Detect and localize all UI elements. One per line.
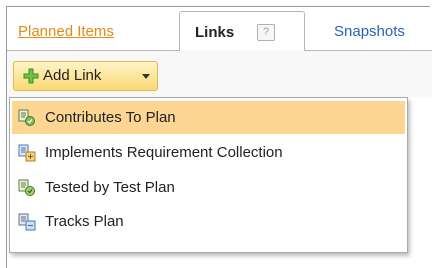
menu-item-label: Tracks Plan (45, 213, 124, 230)
plan-link-icon (18, 109, 35, 126)
add-link-label: Add Link (43, 67, 102, 84)
test-plan-link-icon (18, 179, 35, 196)
menu-item-label: Implements Requirement Collection (45, 144, 283, 161)
requirement-link-icon (18, 144, 36, 162)
menu-item-contributes-to-plan[interactable]: Contributes To Plan (12, 101, 405, 134)
tab-bar: Planned Items Links ? Snapshots (7, 7, 432, 53)
plus-icon (23, 68, 39, 84)
menu-item-label: Contributes To Plan (45, 109, 176, 126)
tab-links-label: Links (195, 24, 235, 41)
menu-item-tested-by-test-plan[interactable]: Tested by Test Plan (12, 171, 405, 204)
tracks-plan-link-icon (18, 213, 36, 231)
menu-item-label: Tested by Test Plan (45, 179, 175, 196)
tab-snapshots[interactable]: Snapshots (334, 23, 405, 40)
tab-planned-items[interactable]: Planned Items (18, 23, 114, 40)
add-link-button[interactable]: Add Link (13, 61, 158, 91)
menu-item-implements-requirement-collection[interactable]: Implements Requirement Collection (12, 136, 405, 169)
menu-item-tracks-plan[interactable]: Tracks Plan (12, 205, 405, 238)
add-link-menu: Contributes To Plan Implements Requireme… (9, 97, 408, 253)
tab-links[interactable]: Links ? (179, 11, 305, 53)
help-icon[interactable]: ? (257, 24, 275, 41)
chevron-down-icon (142, 74, 150, 79)
